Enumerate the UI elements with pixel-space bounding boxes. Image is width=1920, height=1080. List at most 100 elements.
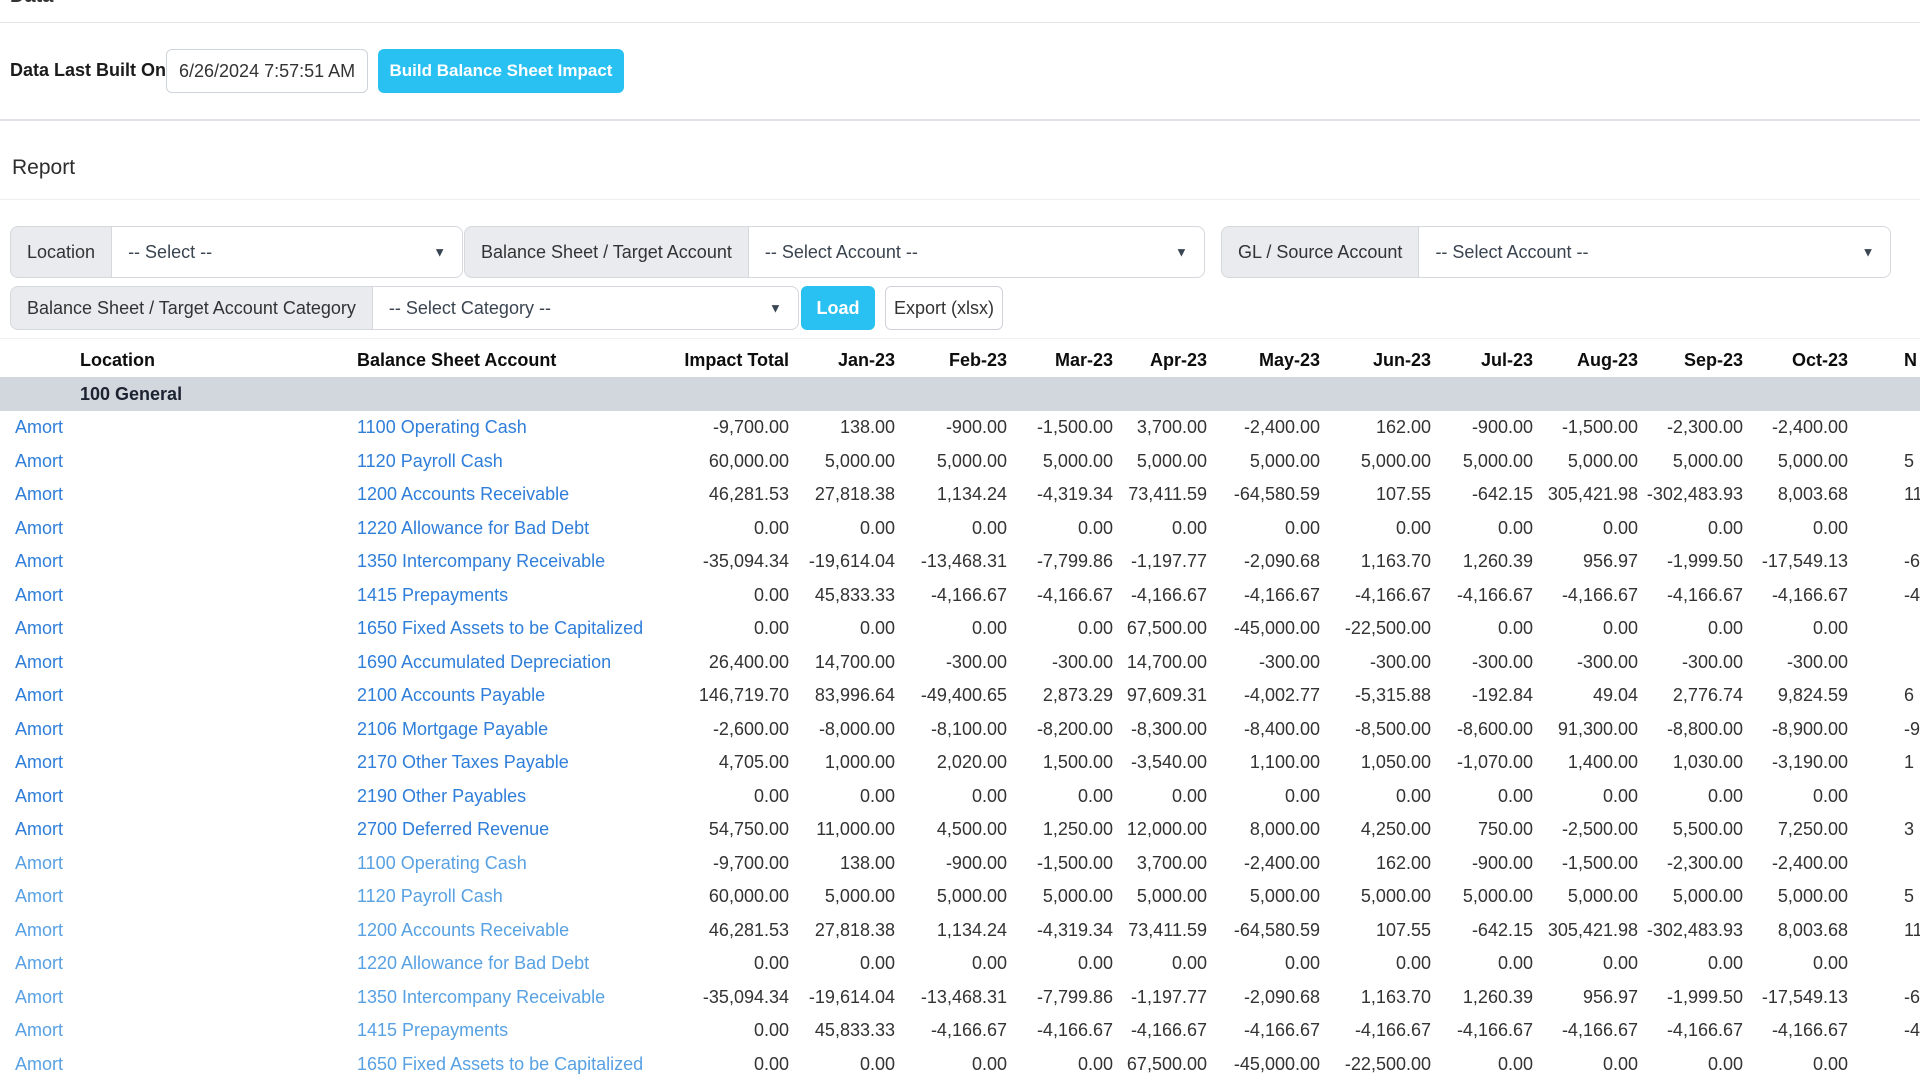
balance-sheet-account-link[interactable]: 1650 Fixed Assets to be Capitalized xyxy=(357,1054,643,1074)
load-button[interactable]: Load xyxy=(801,286,875,330)
category-select[interactable]: -- Select Category -- ▼ xyxy=(372,286,799,330)
balance-sheet-account-link[interactable]: 1220 Allowance for Bad Debt xyxy=(357,518,589,538)
location-cell xyxy=(80,880,345,914)
amount-cell: 956.97 xyxy=(1534,981,1639,1015)
balance-sheet-account-link[interactable]: 1415 Prepayments xyxy=(357,1020,508,1040)
amort-link[interactable]: Amort xyxy=(15,819,63,839)
amount-cell-clipped: -4 xyxy=(1849,579,1920,613)
balance-sheet-account-link[interactable]: 1100 Operating Cash xyxy=(357,417,527,437)
col-header-jul-23: Jul-23 xyxy=(1432,343,1534,377)
amount-cell: -4,166.67 xyxy=(1432,579,1534,613)
amount-cell-clipped xyxy=(1849,411,1920,445)
balance-sheet-account-link[interactable]: 2170 Other Taxes Payable xyxy=(357,752,569,772)
amort-link[interactable]: Amort xyxy=(15,953,63,973)
location-cell xyxy=(80,679,345,713)
export-xlsx-button[interactable]: Export (xlsx) xyxy=(885,286,1003,330)
amort-link[interactable]: Amort xyxy=(15,585,63,605)
amount-cell: 5,000.00 xyxy=(1534,445,1639,479)
amount-cell: -3,540.00 xyxy=(1114,746,1208,780)
balance-sheet-account-link[interactable]: 1200 Accounts Receivable xyxy=(357,920,569,940)
amount-cell: -8,600.00 xyxy=(1432,713,1534,747)
amount-cell-clipped: 5 xyxy=(1849,445,1920,479)
amount-cell: 73,411.59 xyxy=(1114,914,1208,948)
location-cell xyxy=(80,947,345,981)
divider xyxy=(0,22,1920,23)
data-last-built-input[interactable] xyxy=(166,49,368,93)
amort-link[interactable]: Amort xyxy=(15,752,63,772)
amort-link[interactable]: Amort xyxy=(15,786,63,806)
balance-sheet-account-link[interactable]: 2106 Mortgage Payable xyxy=(357,719,548,739)
amount-cell: 0.00 xyxy=(1432,1048,1534,1080)
amount-cell: -1,999.50 xyxy=(1639,981,1744,1015)
amount-cell: -192.84 xyxy=(1432,679,1534,713)
amount-cell: 305,421.98 xyxy=(1534,914,1639,948)
amount-cell: 73,411.59 xyxy=(1114,478,1208,512)
balance-sheet-account-link[interactable]: 2700 Deferred Revenue xyxy=(357,819,549,839)
build-balance-sheet-impact-button[interactable]: Build Balance Sheet Impact xyxy=(378,49,624,93)
amount-cell: 0.00 xyxy=(1008,947,1114,981)
amort-link[interactable]: Amort xyxy=(15,685,63,705)
balance-sheet-account-link[interactable]: 1200 Accounts Receivable xyxy=(357,484,569,504)
amount-cell: 5,000.00 xyxy=(1432,880,1534,914)
amort-link[interactable]: Amort xyxy=(15,551,63,571)
source-account-select[interactable]: -- Select Account -- ▼ xyxy=(1418,226,1891,278)
amount-cell: 60,000.00 xyxy=(655,880,790,914)
amort-link[interactable]: Amort xyxy=(15,853,63,873)
balance-sheet-account-link[interactable]: 1690 Accumulated Depreciation xyxy=(357,652,611,672)
location-cell xyxy=(80,813,345,847)
target-account-select[interactable]: -- Select Account -- ▼ xyxy=(748,226,1205,278)
amort-link[interactable]: Amort xyxy=(15,987,63,1007)
amort-link[interactable]: Amort xyxy=(15,652,63,672)
amount-cell: -8,200.00 xyxy=(1008,713,1114,747)
amount-cell: 60,000.00 xyxy=(655,445,790,479)
amount-cell: 26,400.00 xyxy=(655,646,790,680)
caret-down-icon: ▼ xyxy=(1175,245,1188,260)
amort-link[interactable]: Amort xyxy=(15,1020,63,1040)
group-row-100-general: 100 General xyxy=(0,377,1920,411)
amount-cell: 5,000.00 xyxy=(1639,445,1744,479)
amort-link[interactable]: Amort xyxy=(15,518,63,538)
amort-link[interactable]: Amort xyxy=(15,1054,63,1074)
table-row: Amort1200 Accounts Receivable46,281.5327… xyxy=(0,914,1920,948)
amount-cell: -2,400.00 xyxy=(1744,411,1849,445)
amount-cell: 14,700.00 xyxy=(790,646,896,680)
balance-sheet-account-link[interactable]: 1650 Fixed Assets to be Capitalized xyxy=(357,618,643,638)
col-header-balance-sheet-account: Balance Sheet Account xyxy=(345,343,655,377)
amort-link[interactable]: Amort xyxy=(15,920,63,940)
balance-sheet-account-link[interactable]: 1220 Allowance for Bad Debt xyxy=(357,953,589,973)
caret-down-icon: ▼ xyxy=(769,301,782,316)
amount-cell: 5,000.00 xyxy=(1321,880,1432,914)
location-cell xyxy=(80,445,345,479)
divider xyxy=(0,199,1920,200)
balance-sheet-account-link[interactable]: 2190 Other Payables xyxy=(357,786,526,806)
amount-cell: -302,483.93 xyxy=(1639,478,1744,512)
amount-cell: -22,500.00 xyxy=(1321,612,1432,646)
col-header-impact-total: Impact Total xyxy=(655,343,790,377)
col-header-jan-23: Jan-23 xyxy=(790,343,896,377)
balance-sheet-account-link[interactable]: 1100 Operating Cash xyxy=(357,853,527,873)
amort-link[interactable]: Amort xyxy=(15,451,63,471)
amort-link[interactable]: Amort xyxy=(15,417,63,437)
amount-cell: 0.00 xyxy=(1534,947,1639,981)
balance-sheet-account-link[interactable]: 1120 Payroll Cash xyxy=(357,451,503,471)
balance-sheet-account-link[interactable]: 1120 Payroll Cash xyxy=(357,886,503,906)
amort-link[interactable]: Amort xyxy=(15,484,63,504)
location-select[interactable]: -- Select -- ▼ xyxy=(111,226,463,278)
balance-sheet-account-link[interactable]: 1350 Intercompany Receivable xyxy=(357,987,605,1007)
amount-cell: 0.00 xyxy=(1432,512,1534,546)
amort-link[interactable]: Amort xyxy=(15,719,63,739)
amount-cell: 0.00 xyxy=(655,512,790,546)
amount-cell: -300.00 xyxy=(1432,646,1534,680)
balance-sheet-account-link[interactable]: 2100 Accounts Payable xyxy=(357,685,545,705)
amount-cell: 0.00 xyxy=(1744,512,1849,546)
balance-sheet-account-link[interactable]: 1415 Prepayments xyxy=(357,585,508,605)
amount-cell: 3,700.00 xyxy=(1114,847,1208,881)
amount-cell: 5,000.00 xyxy=(1114,445,1208,479)
amount-cell: 14,700.00 xyxy=(1114,646,1208,680)
amort-link[interactable]: Amort xyxy=(15,886,63,906)
balance-sheet-account-link[interactable]: 1350 Intercompany Receivable xyxy=(357,551,605,571)
amount-cell: -1,197.77 xyxy=(1114,545,1208,579)
amount-cell: 4,500.00 xyxy=(896,813,1008,847)
location-cell xyxy=(80,411,345,445)
amort-link[interactable]: Amort xyxy=(15,618,63,638)
